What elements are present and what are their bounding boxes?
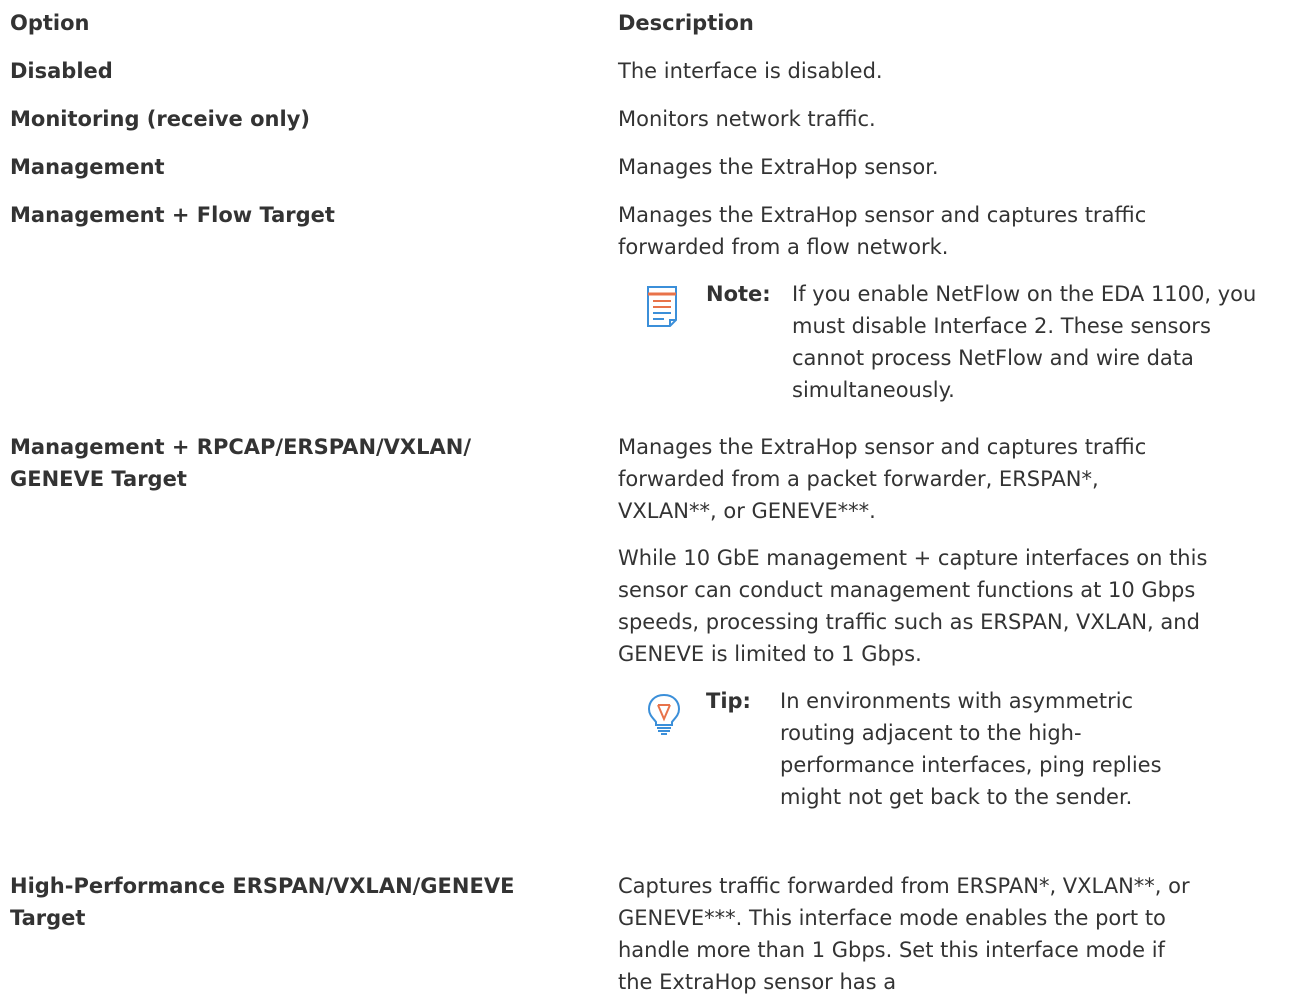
description-management-rpcap-target: Manages the ExtraHop sensor and captures… [618,435,1147,523]
description-monitoring: Monitors network traffic. [618,107,876,131]
description-management-rpcap-target-detail: While 10 GbE management + capture interf… [618,546,1208,666]
lightbulb-icon [647,693,681,735]
header-description: Description [618,11,754,35]
tip-callout: Tip: In environments with asymmetric rou… [644,685,1278,813]
description-management: Manages the ExtraHop sensor. [618,155,939,179]
table-row: High-Performance ERSPAN/VXLAN/GENEVE Tar… [10,870,1278,998]
option-management: Management [10,155,165,179]
option-management-flow-target: Management + Flow Target [10,203,335,227]
note-label: Note: [706,282,771,306]
description-management-flow-target: Manages the ExtraHop sensor and captures… [618,203,1147,259]
option-management-rpcap-target: Management + RPCAP/ERSPAN/VXLAN/ GENEVE … [10,435,472,491]
table-row: Monitoring (receive only) Monitors netwo… [10,103,1278,135]
description-disabled: The interface is disabled. [618,59,883,83]
table-row: Management Manages the ExtraHop sensor. [10,151,1278,183]
table-row: Disabled The interface is disabled. [10,55,1278,87]
description-high-performance-target: Captures traffic forwarded from ERSPAN*,… [618,874,1190,994]
note-icon [647,286,677,327]
header-option: Option [10,11,90,35]
note-text: If you enable NetFlow on the EDA 1100, y… [792,282,1257,402]
table-header-row: Option Description [10,7,1278,39]
tip-text: In environments with asymmetric routing … [780,689,1162,809]
option-disabled: Disabled [10,59,113,83]
table-row: Management + RPCAP/ERSPAN/VXLAN/ GENEVE … [10,431,1278,813]
note-callout: Note: If you enable NetFlow on the EDA 1… [644,278,1278,406]
option-monitoring: Monitoring (receive only) [10,107,310,131]
option-high-performance-target: High-Performance ERSPAN/VXLAN/GENEVE Tar… [10,874,515,930]
table-row: Management + Flow Target Manages the Ext… [10,199,1278,406]
tip-label: Tip: [706,689,751,713]
